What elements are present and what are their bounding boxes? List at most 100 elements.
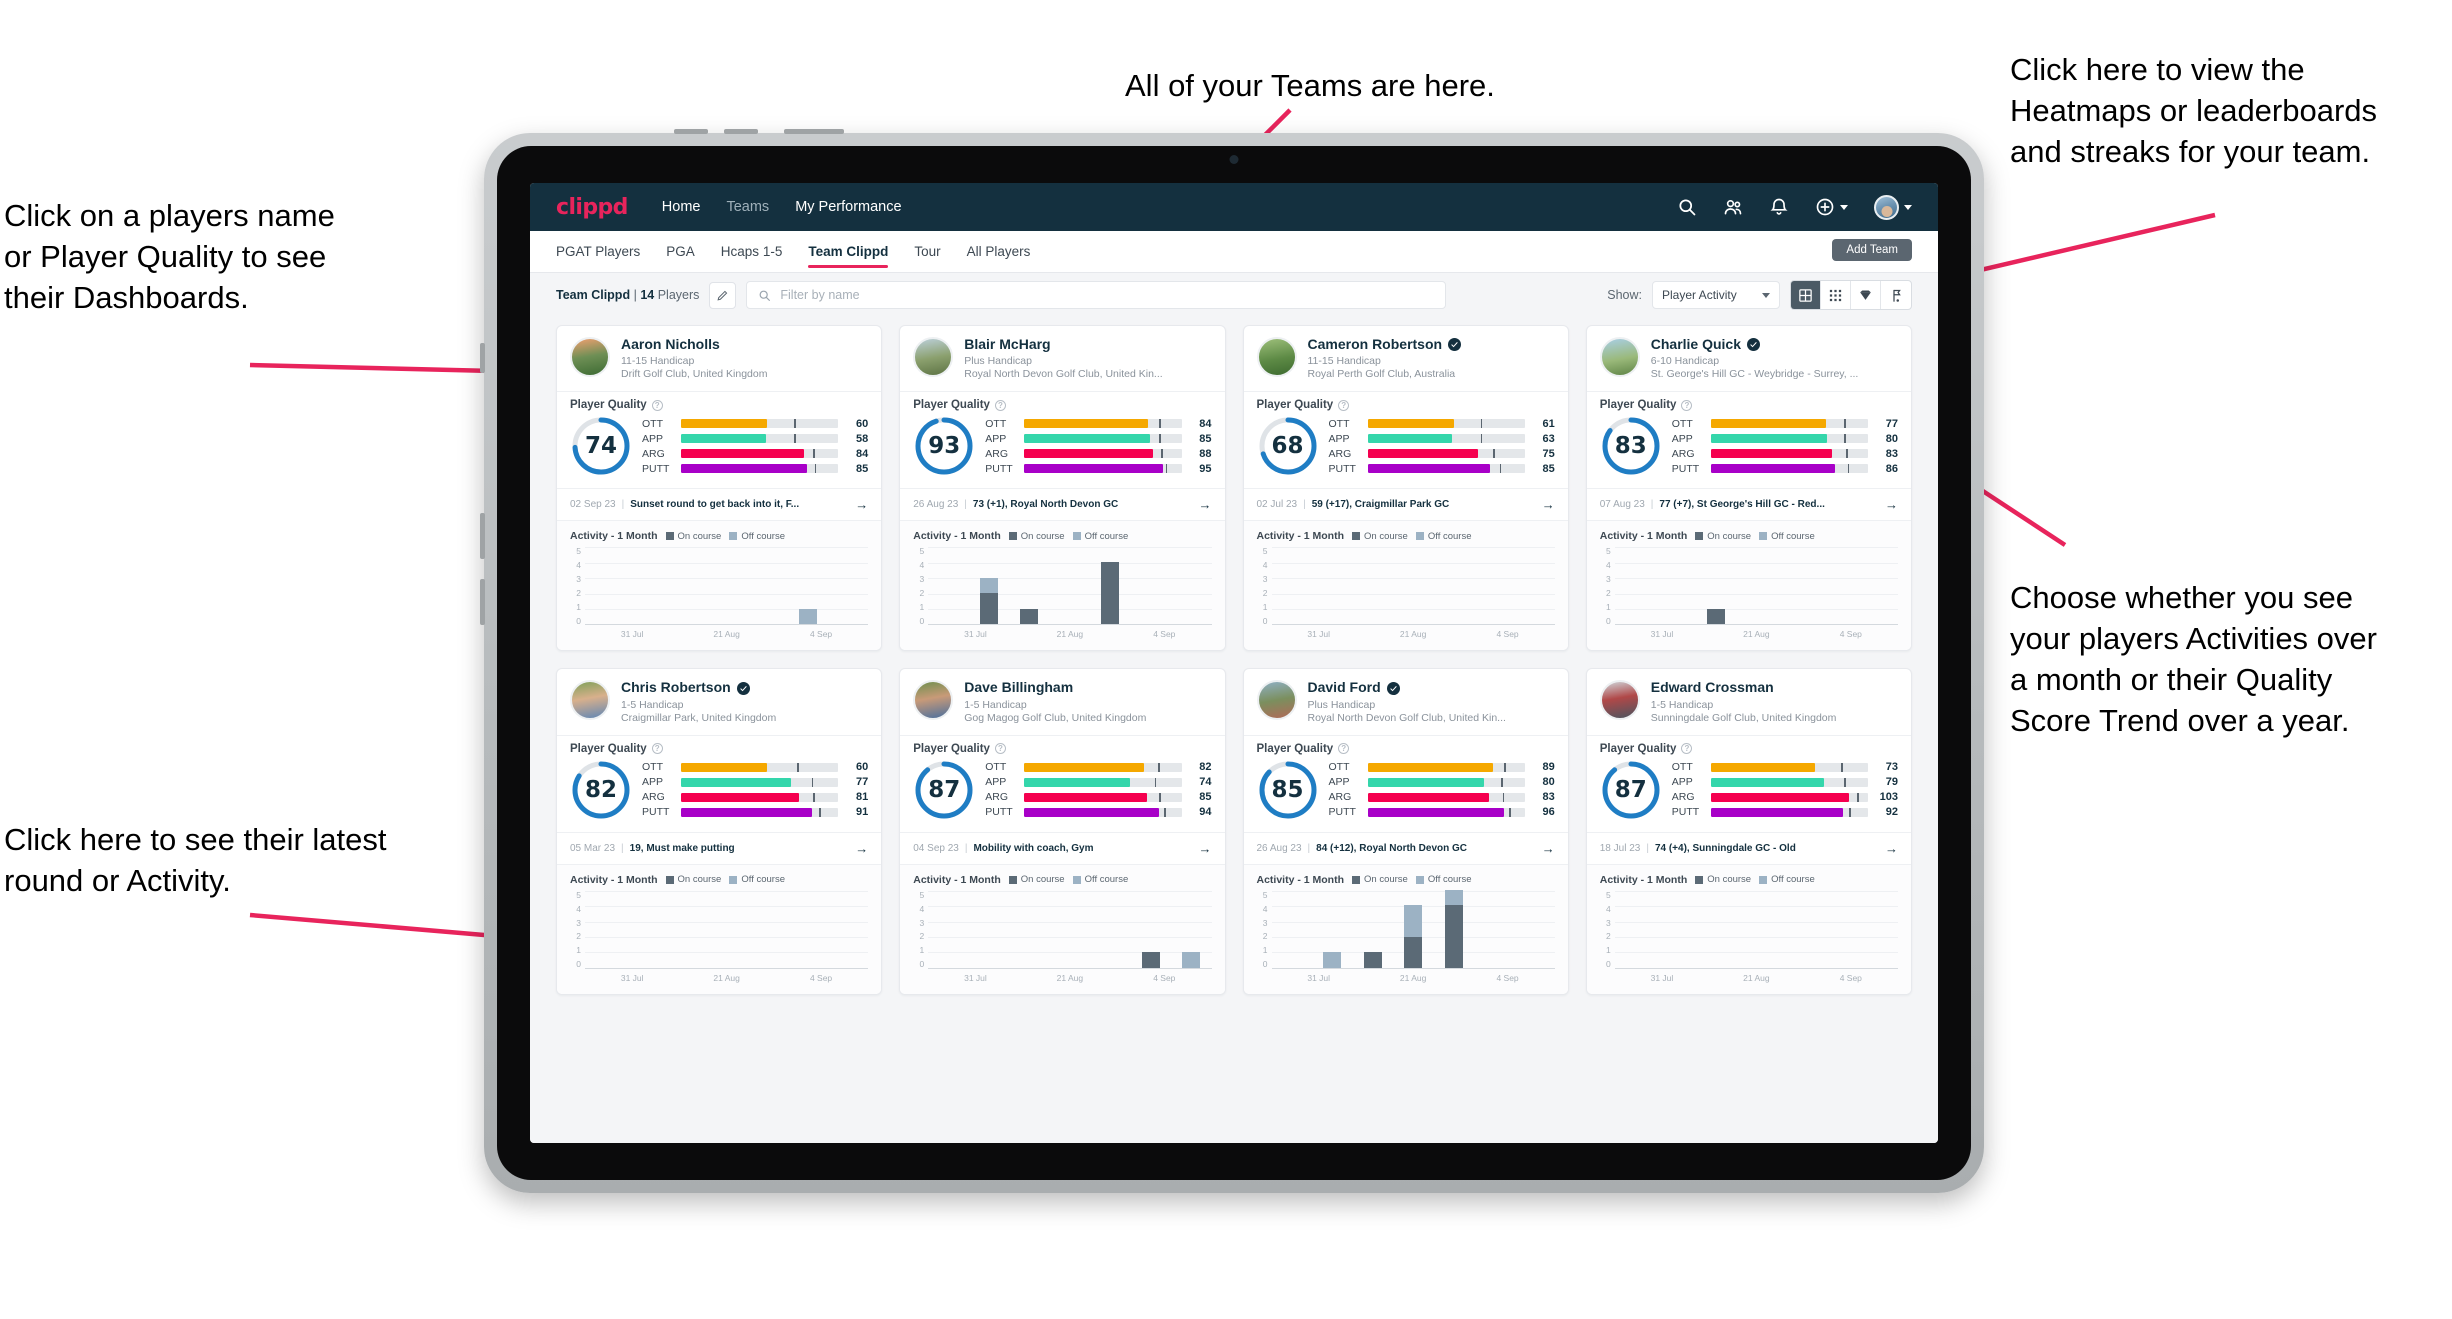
nav-link-teams[interactable]: Teams (726, 199, 769, 215)
arrow-right-icon[interactable]: → (1885, 841, 1898, 856)
avatar[interactable] (913, 680, 954, 721)
player-name[interactable]: David Ford (1308, 679, 1381, 695)
tab-tour[interactable]: Tour (914, 231, 940, 272)
arrow-right-icon[interactable]: → (855, 841, 868, 856)
people-icon[interactable] (1723, 197, 1743, 217)
player-card-header[interactable]: Edward Crossman 1-5 Handicap Sunningdale G… (1587, 669, 1911, 734)
player-quality-section[interactable]: Player Quality? 68 OTT 61 APP 63 ARG 75 PUTT 85 (1243, 391, 1568, 488)
avatar[interactable] (1599, 337, 1640, 377)
player-card-header[interactable]: Blair McHarg Plus Handicap Royal North Dev… (900, 326, 1224, 391)
player-card[interactable]: David Ford Plus Handicap Royal North Devon… (1242, 668, 1569, 995)
player-quality-section[interactable]: Player Quality? 87 OTT 73 APP 79 ARG 103 PUTT 92 (1586, 734, 1911, 832)
avatar[interactable] (570, 680, 610, 721)
player-card-header[interactable]: Charlie Quick 6-10 Handicap St. George's H… (1587, 326, 1911, 391)
top-navbar: clippd Home Teams My Performance (530, 183, 1938, 231)
search-input[interactable]: Filter by name (746, 281, 1447, 309)
player-card-header[interactable]: Chris Robertson 1-5 Handicap Craigmillar P… (557, 669, 881, 734)
player-card[interactable]: Charlie Quick 6-10 Handicap St. George's H… (1585, 325, 1912, 652)
help-icon[interactable]: ? (1338, 743, 1350, 755)
arrow-right-icon[interactable]: → (1199, 497, 1212, 512)
show-select[interactable]: Player Activity (1652, 281, 1780, 309)
arrow-right-icon[interactable]: → (1885, 497, 1898, 512)
latest-round-row[interactable]: 02 Jul 23 | 59 (+17), Craigmillar Park GC → (1243, 488, 1568, 520)
latest-round-row[interactable]: 04 Sep 23 | Mobility with coach, Gym → (900, 831, 1225, 864)
player-name[interactable]: Dave Billingham (964, 679, 1073, 695)
arrow-right-icon[interactable]: → (1542, 497, 1555, 512)
player-club: St. George's Hill GC - Weybridge - Surre… (1650, 368, 1859, 381)
clippd-logo[interactable]: clippd (556, 195, 628, 220)
leaderboard-view-button[interactable] (1881, 281, 1911, 309)
help-icon[interactable]: ? (651, 743, 663, 755)
help-icon[interactable]: ? (1338, 399, 1350, 411)
player-quality-section[interactable]: Player Quality? 82 OTT 60 APP 77 ARG 81 PUTT 91 (557, 734, 882, 832)
tab-pgat-players[interactable]: PGAT Players (556, 231, 640, 272)
avatar[interactable] (570, 337, 610, 377)
y-tick-label: 0 (1262, 615, 1268, 626)
player-quality-section[interactable]: Player Quality? 87 OTT 82 APP 74 ARG 85 PUTT 94 (900, 734, 1225, 832)
player-card-header[interactable]: David Ford Plus Handicap Royal North Devon… (1244, 669, 1568, 734)
arrow-right-icon[interactable]: → (1199, 841, 1212, 856)
nav-link-home[interactable]: Home (662, 199, 701, 215)
player-card[interactable]: Dave Billingham 1-5 Handicap Gog Magog Gol… (899, 668, 1226, 995)
avatar[interactable] (913, 337, 954, 377)
help-icon[interactable]: ? (1681, 399, 1693, 411)
player-card[interactable]: Blair McHarg Plus Handicap Royal North Dev… (899, 325, 1226, 652)
avatar[interactable] (1256, 680, 1297, 721)
avatar[interactable] (1874, 194, 1899, 220)
help-icon[interactable]: ? (651, 399, 663, 411)
nav-link-my-performance[interactable]: My Performance (795, 199, 901, 215)
chevron-down-icon[interactable] (1904, 204, 1912, 210)
user-menu[interactable] (1874, 194, 1912, 220)
arrow-right-icon[interactable]: → (1542, 841, 1555, 856)
add-team-button[interactable]: Add Team (1832, 239, 1912, 261)
player-name[interactable]: Edward Crossman (1651, 679, 1774, 695)
player-card[interactable]: Cameron Robertson 11-15 Handicap Royal Per… (1242, 325, 1569, 652)
player-grid-scroll[interactable]: Aaron Nicholls 11-15 Handicap Drift Golf C… (530, 317, 1938, 1143)
player-quality-section[interactable]: Player Quality? 74 OTT 60 APP 58 ARG 84 PUTT 85 (557, 391, 882, 488)
player-name[interactable]: Cameron Robertson (1308, 336, 1443, 352)
player-quality-section[interactable]: Player Quality? 83 OTT 77 APP 80 ARG 83 PUTT 86 (1586, 391, 1911, 488)
player-card-header[interactable]: Cameron Robertson 11-15 Handicap Royal Per… (1244, 326, 1568, 391)
player-name[interactable]: Charlie Quick (1651, 336, 1741, 352)
legend-swatch-on-course (1352, 875, 1361, 884)
player-card-header[interactable]: Dave Billingham 1-5 Handicap Gog Magog Gol… (900, 669, 1224, 734)
latest-round-row[interactable]: 02 Sep 23 | Sunset round to get back into … (557, 488, 882, 520)
tab-all-players[interactable]: All Players (967, 231, 1031, 272)
tab-team-clippd[interactable]: Team Clippd (808, 231, 889, 272)
heatmap-view-button[interactable] (1851, 281, 1881, 309)
bell-icon[interactable] (1769, 197, 1789, 217)
avatar[interactable] (1256, 337, 1297, 377)
latest-round-row[interactable]: 26 Aug 23 | 73 (+1), Royal North Devon GC → (900, 488, 1225, 520)
player-name[interactable]: Chris Robertson (621, 679, 731, 695)
player-quality-section[interactable]: Player Quality? 93 OTT 84 APP 85 ARG 88 PUTT 95 (900, 391, 1225, 488)
arrow-right-icon[interactable]: → (855, 497, 868, 512)
latest-round-row[interactable]: 05 Mar 23 | 19, Must make putting → (557, 831, 882, 864)
edit-team-button[interactable] (709, 281, 737, 309)
tab-pga[interactable]: PGA (666, 231, 695, 272)
add-menu[interactable] (1815, 197, 1848, 217)
plus-circle-icon[interactable] (1815, 197, 1835, 217)
help-icon[interactable]: ? (994, 743, 1006, 755)
player-card[interactable]: Edward Crossman 1-5 Handicap Sunningdale G… (1585, 668, 1912, 995)
player-quality-section[interactable]: Player Quality? 85 OTT 89 APP 80 ARG 83 PUTT 96 (1243, 734, 1568, 832)
tab-hcaps-1-5[interactable]: Hcaps 1-5 (721, 231, 783, 272)
x-tick-label: 21 Aug (1056, 629, 1084, 640)
player-card[interactable]: Chris Robertson 1-5 Handicap Craigmillar P… (556, 668, 883, 995)
latest-round-row[interactable]: 07 Aug 23 | 77 (+7), St George's Hill GC -… (1586, 488, 1911, 520)
latest-round-row[interactable]: 18 Jul 23 | 74 (+4), Sunningdale GC - Old → (1586, 831, 1911, 864)
legend-label-off-course: Off course (1771, 874, 1815, 886)
player-card-header[interactable]: Aaron Nicholls 11-15 Handicap Drift Golf C… (557, 326, 881, 391)
avatar[interactable] (1599, 680, 1640, 721)
search-icon[interactable] (1677, 197, 1697, 217)
large-grid-view-button[interactable] (1791, 281, 1821, 309)
chevron-down-icon[interactable] (1840, 204, 1848, 210)
legend-off-course: Off course (729, 531, 785, 542)
player-name[interactable]: Aaron Nicholls (621, 336, 720, 352)
small-grid-view-button[interactable] (1821, 281, 1851, 309)
help-icon[interactable]: ? (994, 399, 1006, 411)
latest-round-row[interactable]: 26 Aug 23 | 84 (+12), Royal North Devon GC… (1243, 831, 1568, 864)
player-card[interactable]: Aaron Nicholls 11-15 Handicap Drift Golf C… (556, 325, 883, 652)
tablet-bezel: clippd Home Teams My Performance PGAT Pl… (497, 146, 1971, 1180)
player-name[interactable]: Blair McHarg (964, 336, 1050, 352)
help-icon[interactable]: ? (1681, 743, 1693, 755)
